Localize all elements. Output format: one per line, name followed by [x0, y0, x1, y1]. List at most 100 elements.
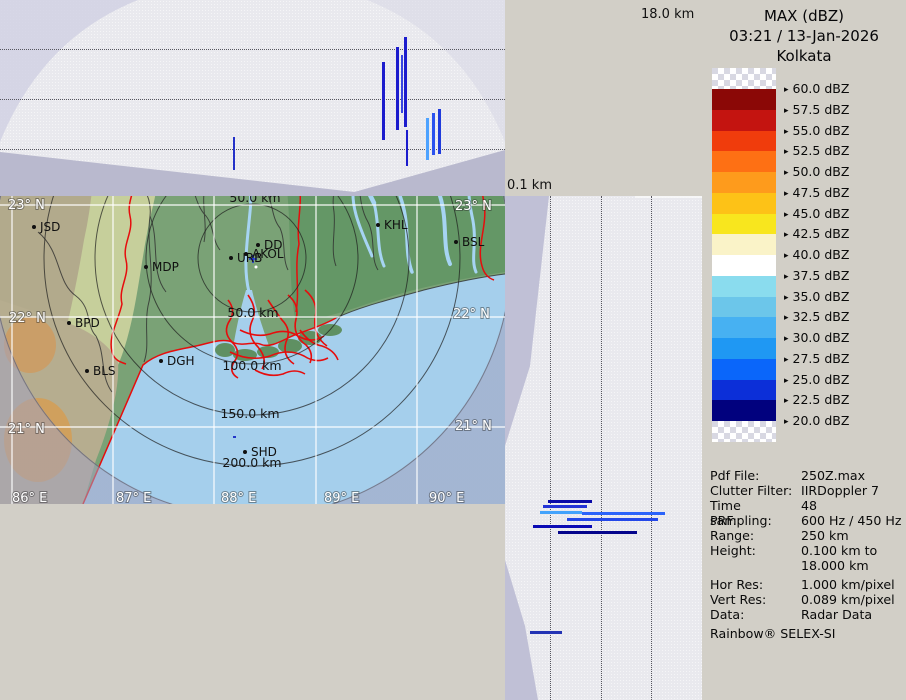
dbz-value: 57.5 dBZ — [793, 102, 850, 117]
dbz-value: 20.0 dBZ — [793, 413, 850, 428]
dbz-value: 40.0 dBZ — [793, 247, 850, 262]
dbz-scale-label: ▸55.0 dBZ — [784, 123, 849, 138]
echo-column — [233, 137, 235, 170]
dbz-band-swatch — [712, 151, 776, 172]
metadata-label: Vert Res: — [710, 592, 801, 607]
city-dot — [229, 256, 233, 260]
dbz-band-above-max — [712, 68, 776, 89]
metadata-label: Hor Res: — [710, 577, 801, 592]
dbz-band-swatch — [712, 255, 776, 276]
metadata-label: PRF: — [710, 513, 801, 528]
height-axis-max-label: 18.0 km — [641, 7, 694, 22]
metadata-label: Data: — [710, 607, 801, 622]
echo-row — [567, 518, 658, 521]
echo-row — [582, 512, 665, 515]
dbz-value: 60.0 dBZ — [793, 81, 850, 96]
legend-panel: MAX (dBZ) 03:21 / 13-Jan-2026 Kolkata ▸6… — [702, 0, 906, 700]
echo-column — [404, 37, 407, 127]
tick-arrow-icon: ▸ — [784, 251, 789, 261]
dbz-scale-label: ▸22.5 dBZ — [784, 392, 849, 407]
range-ring-label: 50.0 km — [227, 305, 278, 320]
metadata-label: Height: — [710, 543, 801, 558]
metadata-label: Pdf File: — [710, 468, 801, 483]
dbz-scale-label: ▸30.0 dBZ — [784, 330, 849, 345]
tick-arrow-icon: ▸ — [784, 417, 789, 427]
city-dot — [243, 450, 247, 454]
city-label: BLS — [93, 364, 116, 378]
dbz-value: 35.0 dBZ — [793, 289, 850, 304]
echo-row — [540, 511, 582, 514]
dbz-value: 30.0 dBZ — [793, 330, 850, 345]
longitude-label: 88° E — [221, 491, 256, 504]
dbz-scale-label: ▸ 35.0 dBZ — [784, 289, 849, 304]
city-dot — [32, 225, 36, 229]
longitude-label: 86° E — [12, 491, 47, 504]
dbz-value: 52.5 dBZ — [793, 143, 850, 158]
city-dot — [67, 321, 71, 325]
product-station: Kolkata — [702, 46, 906, 66]
tick-arrow-icon: ▸ — [784, 168, 789, 178]
tick-arrow-icon: ▸ — [784, 355, 789, 365]
echo-column — [426, 118, 429, 160]
dbz-scale-label: ▸ 37.5 dBZ — [784, 268, 849, 283]
echo-column — [396, 47, 399, 130]
metadata-value: 250Z.max — [801, 468, 865, 483]
tick-arrow-icon: ▸ — [784, 85, 789, 95]
tick-arrow-icon: ▸ — [784, 189, 789, 199]
dbz-band-swatch — [712, 172, 776, 193]
dbz-value: 37.5 dBZ — [793, 268, 850, 283]
city-label: SHD — [251, 445, 277, 459]
gridline — [601, 196, 602, 700]
city-label: JSD — [39, 220, 60, 234]
tick-arrow-icon: ▸ — [784, 230, 789, 240]
latitude-label: 21° N — [8, 422, 45, 437]
echo-row — [530, 631, 562, 634]
metadata-label: Clutter Filter: — [710, 483, 801, 498]
metadata-value: 600 Hz / 450 Hz — [801, 513, 902, 528]
echo-column — [382, 62, 385, 140]
city-dot — [144, 265, 148, 269]
dbz-band-swatch — [712, 317, 776, 338]
product-datetime: 03:21 / 13-Jan-2026 — [702, 26, 906, 46]
dbz-scale-label: ▸ 42.5 dBZ — [784, 226, 849, 241]
metadata-label: Range: — [710, 528, 801, 543]
dbz-scale-label: ▸47.5 dBZ — [784, 185, 849, 200]
city-dot — [376, 223, 380, 227]
latitude-label: 23° N — [455, 199, 492, 214]
city-label: DGH — [167, 354, 195, 368]
metadata-value: 0.100 km to 18.000 km — [801, 543, 877, 573]
beam-mask-top — [0, 0, 505, 196]
radar-application-window: 18.0 km 0.1 km — [0, 0, 906, 700]
tick-arrow-icon: ▸ — [784, 147, 789, 157]
dbz-band-swatch — [712, 276, 776, 297]
metadata-row: PRF:600 Hz / 450 Hz — [710, 513, 904, 528]
longitude-label: 89° E — [324, 491, 359, 504]
metadata-row: Pdf File:250Z.max — [710, 468, 904, 483]
tick-arrow-icon: ▸ — [784, 293, 789, 303]
software-branding: Rainbow® SELEX-SI — [710, 626, 835, 641]
dbz-scale-label: ▸25.0 dBZ — [784, 372, 849, 387]
metadata-row: Vert Res:0.089 km/pixel — [710, 592, 904, 607]
metadata-row: Range:250 km — [710, 528, 904, 543]
dbz-band-swatch — [712, 297, 776, 318]
tick-arrow-icon: ▸ — [784, 376, 789, 386]
range-ring-label: 100.0 km — [222, 358, 281, 373]
gridline — [651, 196, 652, 700]
dbz-band-swatch — [712, 234, 776, 255]
echo-row — [548, 500, 592, 503]
dbz-value: 42.5 dBZ — [793, 226, 850, 241]
tick-arrow-icon: ▸ — [784, 272, 789, 282]
dbz-scale-label: ▸27.5 dBZ — [784, 351, 849, 366]
dbz-scale-label: ▸57.5 dBZ — [784, 102, 849, 117]
dbz-band-swatch — [712, 89, 776, 110]
latitude-label: 23° N — [8, 198, 45, 213]
metadata-value: IIRDoppler 7 — [801, 483, 879, 498]
dbz-band-swatch — [712, 400, 776, 421]
dbz-scale-label: ▸ 60.0 dBZ — [784, 81, 849, 96]
gridline — [0, 99, 505, 100]
metadata-value: Radar Data — [801, 607, 872, 622]
dbz-scale-label: ▸50.0 dBZ — [784, 164, 849, 179]
echo-column — [401, 55, 403, 113]
tick-arrow-icon: ▸ — [784, 313, 789, 323]
dbz-band-swatch — [712, 359, 776, 380]
